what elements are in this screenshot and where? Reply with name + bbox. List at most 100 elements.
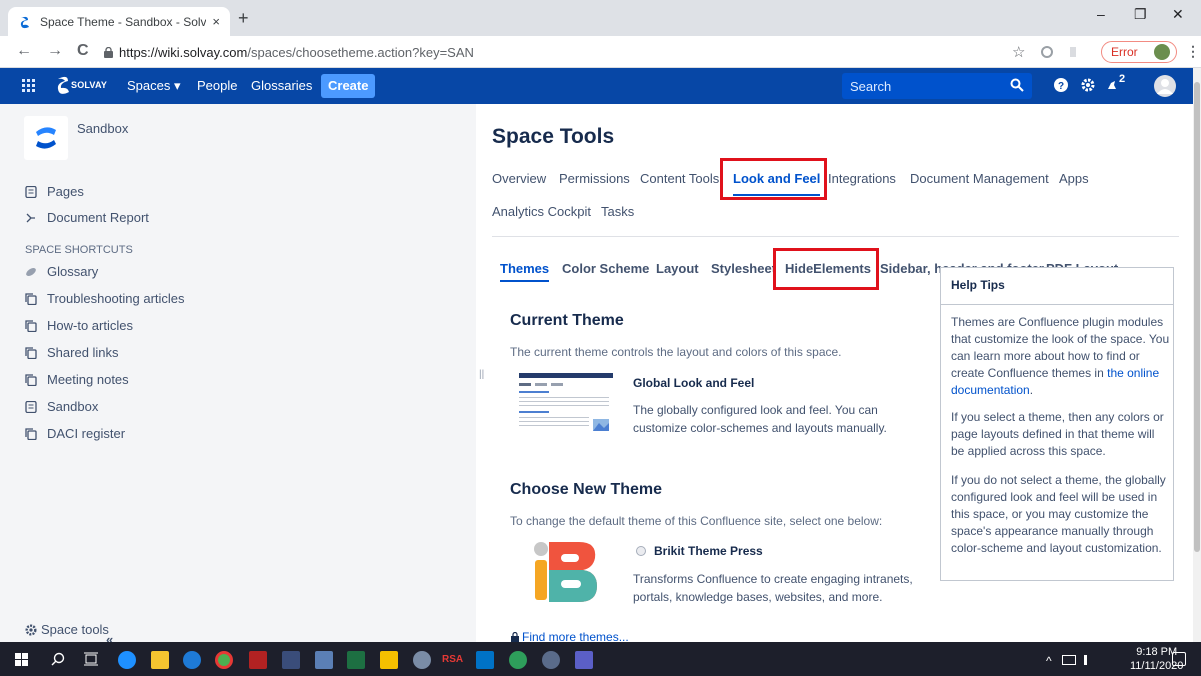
sticky-notes-icon[interactable] — [380, 651, 398, 669]
extension-icon[interactable] — [1041, 46, 1053, 58]
tab-apps[interactable]: Apps — [1059, 171, 1089, 186]
nav-people[interactable]: People — [197, 78, 237, 93]
window-close-icon[interactable]: ✕ — [1172, 6, 1184, 23]
space-name[interactable]: Sandbox — [77, 121, 128, 136]
sidebar-item-shared-links[interactable]: Shared links — [25, 345, 119, 360]
sidebar-item-meeting-notes[interactable]: Meeting notes — [25, 372, 129, 387]
tab-overview[interactable]: Overview — [492, 171, 546, 186]
taskbar-search-icon[interactable] — [51, 652, 65, 666]
sidebar-item-troubleshooting-articles[interactable]: Troubleshooting articles — [25, 291, 185, 306]
bookmark-star-icon[interactable]: ☆ — [1012, 43, 1025, 61]
browser-tab[interactable]: Space Theme - Sandbox - Solvay × — [8, 7, 230, 36]
report-icon — [26, 213, 35, 222]
solvay-logo[interactable]: SOLVAY — [55, 75, 107, 95]
space-tools-button[interactable]: Space tools — [25, 622, 109, 637]
reload-icon[interactable]: C — [77, 42, 89, 60]
create-button[interactable]: Create — [321, 74, 376, 98]
tab-close-icon[interactable]: × — [212, 14, 220, 29]
app-icon-green[interactable] — [509, 651, 527, 669]
restore-icon[interactable]: ❐ — [1134, 6, 1147, 23]
forward-icon[interactable]: → — [47, 42, 63, 60]
url-path: /spaces/choosetheme.action?key=SAN — [247, 44, 474, 60]
app-icon-user[interactable] — [315, 651, 333, 669]
help-tips-paragraph-2: If you select a theme, then any colors o… — [951, 410, 1164, 458]
tab-analytics-cockpit[interactable]: Analytics Cockpit — [492, 204, 591, 219]
tab-tasks[interactable]: Tasks — [601, 204, 634, 219]
app-icon-gray[interactable] — [542, 651, 560, 669]
outlook-icon[interactable] — [476, 651, 494, 669]
lock-icon — [104, 46, 113, 58]
page-title: Space Tools — [492, 125, 615, 148]
sidebar-item-document-report[interactable]: Document Report — [25, 210, 149, 225]
minimize-icon[interactable]: – — [1097, 6, 1105, 22]
app-icon-red[interactable] — [249, 651, 267, 669]
paint-icon[interactable] — [413, 651, 431, 669]
browser-menu-icon[interactable]: ⋮ — [1186, 43, 1200, 60]
choose-theme-heading: Choose New Theme — [510, 481, 663, 498]
user-avatar[interactable] — [1154, 75, 1176, 97]
sidebar-item-daci-register[interactable]: DACI register — [25, 426, 125, 441]
help-icon[interactable]: ? — [1054, 78, 1068, 92]
file-explorer-icon[interactable] — [151, 651, 169, 669]
chrome-icon[interactable] — [215, 651, 233, 669]
sidebar-item-glossary[interactable]: Glossary — [25, 264, 98, 279]
sidebar-item-label: Document Report — [47, 210, 149, 225]
subtab-themes[interactable]: Themes — [500, 261, 550, 282]
svg-text:?: ? — [1058, 81, 1064, 92]
solvay-favicon-icon — [20, 16, 29, 28]
tab-integrations[interactable]: Integrations — [828, 171, 896, 186]
app-switcher-icon[interactable] — [22, 79, 36, 93]
network-icon[interactable] — [1062, 655, 1076, 665]
tab-document-management[interactable]: Document Management — [910, 171, 1049, 186]
page-tree-icon — [25, 346, 37, 359]
gear-icon — [25, 623, 37, 636]
page-tree-icon — [25, 292, 37, 305]
sidebar-item-pages[interactable]: Pages — [25, 184, 84, 199]
sidebar-item-how-to-articles[interactable]: How-to articles — [25, 318, 133, 333]
help-tips-period: . — [1029, 383, 1034, 397]
nav-glossaries[interactable]: Glossaries — [251, 78, 312, 93]
page-tree-icon — [25, 319, 37, 332]
edge-icon[interactable] — [118, 651, 136, 669]
address-bar: ← → C https://wiki.solvay.com/spaces/cho… — [0, 36, 1201, 68]
url-field[interactable]: https://wiki.solvay.com/spaces/choosethe… — [104, 40, 994, 64]
help-tips-paragraph-3: If you do not select a theme, the global… — [951, 473, 1166, 555]
extension-2-icon[interactable] — [1070, 47, 1076, 57]
search-input[interactable]: Search — [842, 73, 1032, 99]
scrollbar-thumb[interactable] — [1194, 82, 1200, 552]
excel-icon[interactable] — [347, 651, 365, 669]
rsa-icon[interactable]: RSA — [442, 654, 463, 665]
action-center-icon[interactable] — [1172, 652, 1186, 666]
space-tools-label: Space tools — [41, 622, 109, 637]
internet-explorer-icon[interactable] — [183, 651, 201, 669]
tab-permissions[interactable]: Permissions — [559, 171, 630, 186]
notifications-badge: 2 — [1119, 73, 1126, 85]
back-icon[interactable]: ← — [16, 42, 32, 60]
subtab-layout[interactable]: Layout — [656, 261, 699, 276]
subtab-color-scheme[interactable]: Color Scheme — [562, 261, 649, 276]
page-scrollbar[interactable] — [1193, 68, 1201, 642]
teams-icon[interactable] — [575, 651, 593, 669]
profile-error-button[interactable]: Error — [1101, 41, 1177, 63]
page-icon — [25, 185, 37, 198]
user-icon — [1157, 79, 1173, 94]
windows-start-icon[interactable] — [15, 653, 28, 666]
volume-icon[interactable] — [1084, 655, 1093, 665]
current-theme-description: The current theme controls the layout an… — [510, 345, 842, 359]
task-view-icon[interactable] — [84, 652, 98, 666]
current-theme-heading: Current Theme — [510, 312, 624, 329]
space-logo[interactable] — [24, 116, 68, 160]
sidebar-item-sandbox[interactable]: Sandbox — [25, 399, 98, 414]
tray-chevron-icon[interactable]: ^ — [1046, 654, 1052, 668]
new-tab-icon[interactable]: + — [238, 8, 249, 29]
app-icon-blue[interactable] — [282, 651, 300, 669]
settings-gear-icon[interactable] — [1081, 78, 1095, 92]
space-shortcuts-heading: SPACE SHORTCUTS — [25, 244, 133, 256]
search-placeholder: Search — [850, 79, 892, 94]
brikit-theme-radio[interactable] — [636, 546, 646, 556]
subtab-stylesheet[interactable]: Stylesheet — [711, 261, 776, 276]
notifications-icon[interactable] — [1106, 79, 1118, 93]
nav-spaces[interactable]: Spaces ▾ — [127, 78, 181, 94]
sidebar-resize-handle[interactable]: || — [479, 369, 484, 380]
tab-content-tools[interactable]: Content Tools — [640, 171, 719, 186]
